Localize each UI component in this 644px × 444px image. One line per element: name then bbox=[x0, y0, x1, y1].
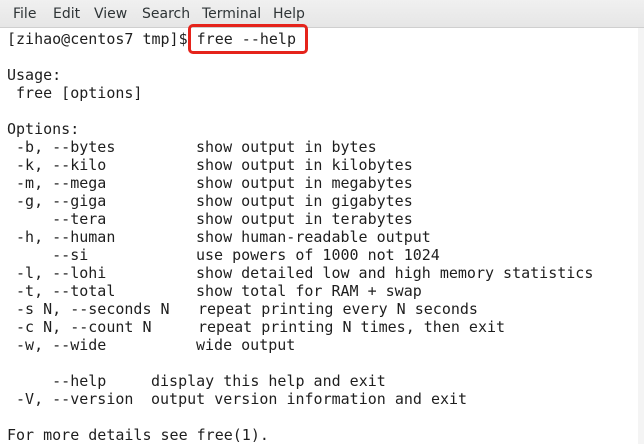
options-header: Options: bbox=[7, 120, 80, 138]
shell-prompt: [zihao@centos7 tmp]$ bbox=[7, 30, 197, 48]
version-option-flag: -V, --version bbox=[7, 390, 134, 408]
menu-bar: File Edit View Search Terminal Help bbox=[0, 0, 644, 28]
option-desc: use powers of 1000 not 1024 bbox=[196, 246, 440, 264]
option-desc: show output in gigabytes bbox=[196, 192, 413, 210]
option-desc: show human-readable output bbox=[196, 228, 431, 246]
menu-help[interactable]: Help bbox=[273, 5, 305, 23]
option-flag: -s N, --seconds N bbox=[7, 300, 170, 318]
option-flag: -t, --total bbox=[7, 282, 116, 300]
option-flag: --tera bbox=[7, 210, 107, 228]
option-desc: repeat printing N times, then exit bbox=[198, 318, 506, 336]
option-flag: -g, --giga bbox=[7, 192, 107, 210]
menu-view[interactable]: View bbox=[94, 5, 127, 23]
scrollbar[interactable] bbox=[638, 28, 644, 444]
option-desc: show output in kilobytes bbox=[196, 156, 413, 174]
help-option-flag: --help bbox=[7, 372, 107, 390]
option-desc: show output in megabytes bbox=[196, 174, 413, 192]
help-option-desc: display this help and exit bbox=[151, 372, 386, 390]
version-option-desc: output version information and exit bbox=[151, 390, 468, 408]
option-desc: show output in bytes bbox=[196, 138, 377, 156]
option-desc: show output in terabytes bbox=[196, 210, 413, 228]
option-flag: -c N, --count N bbox=[7, 318, 152, 336]
terminal-window: File Edit View Search Terminal Help [zih… bbox=[0, 0, 644, 444]
usage-line: free [options] bbox=[7, 84, 143, 102]
option-desc: show detailed low and high memory statis… bbox=[196, 264, 594, 282]
command-highlight-box bbox=[188, 24, 308, 54]
usage-header: Usage: bbox=[7, 66, 62, 84]
option-desc: show total for RAM + swap bbox=[196, 282, 422, 300]
menu-edit[interactable]: Edit bbox=[53, 5, 80, 23]
option-flag: -w, --wide bbox=[7, 336, 107, 354]
option-flag: --si bbox=[7, 246, 89, 264]
option-flag: -k, --kilo bbox=[7, 156, 107, 174]
menu-terminal[interactable]: Terminal bbox=[202, 5, 261, 23]
option-desc: repeat printing every N seconds bbox=[198, 300, 478, 318]
terminal-output[interactable]: [zihao@centos7 tmp]$ free --help Usage: … bbox=[0, 24, 644, 444]
menu-file[interactable]: File bbox=[13, 5, 36, 23]
option-flag: -b, --bytes bbox=[7, 138, 116, 156]
footer-line: For more details see free(1). bbox=[7, 426, 269, 444]
option-flag: -l, --lohi bbox=[7, 264, 107, 282]
menu-search[interactable]: Search bbox=[142, 5, 190, 23]
option-desc: wide output bbox=[196, 336, 296, 354]
option-flag: -m, --mega bbox=[7, 174, 107, 192]
option-flag: -h, --human bbox=[7, 228, 116, 246]
